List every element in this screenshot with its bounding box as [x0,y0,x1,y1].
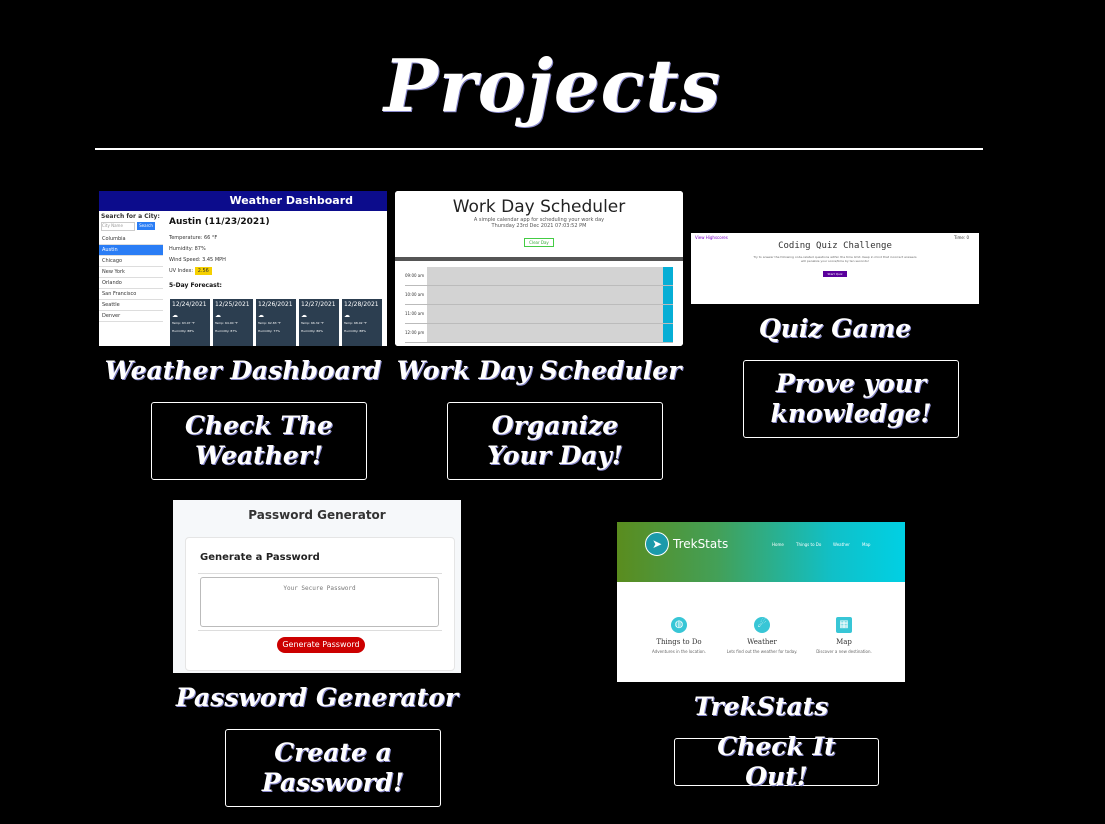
weather-header: Weather Dashboard [99,191,387,211]
city-item: Seattle [99,300,163,311]
title-divider [95,148,983,150]
globe-icon: ◍ [671,617,687,633]
password-textarea: Your Secure Password [200,577,439,627]
city-item-selected: Austin [99,245,163,256]
uv-label: UV Index: [169,268,194,274]
quiz-instructions: Try to answer the following code-related… [753,255,917,263]
trekstats-screenshot[interactable]: ➤ TrekStats Home Things to Do Weather Ma… [617,522,905,682]
map-icon: ▦ [836,617,852,633]
hour-row: 10:00 am [405,286,673,305]
feature-things-to-do: ◍ Things to Do Adventures in the locatio… [652,617,706,654]
trekstats-title: TrekStats [693,692,829,721]
nav-item: Weather [833,542,850,547]
forecast-card: 12/24/2021 ☁ Temp: 63.07 °F Humidity: 88% [170,299,210,346]
quiz-title: Coding Quiz Challenge [778,241,892,251]
trekstats-hero: ➤ TrekStats Home Things to Do Weather Ma… [617,522,905,582]
save-icon [663,267,673,285]
save-icon [663,305,673,323]
password-generator-screenshot[interactable]: Password Generator Generate a Password Y… [173,500,461,673]
weather-dashboard-screenshot[interactable]: Weather Dashboard Search for a City: Cit… [99,191,387,346]
nav-item: Things to Do [796,542,822,547]
hour-row: 11:00 am [405,305,673,324]
paper-plane-icon: ➤ [645,532,669,556]
organize-day-button[interactable]: Organize Your Day! [447,402,663,480]
password-generator-title: Password Generator [175,683,459,712]
city-input: City Name [101,222,135,231]
work-day-scheduler-screenshot[interactable]: Work Day Scheduler A simple calendar app… [395,191,683,346]
save-icon [663,286,673,304]
check-it-out-button[interactable]: Check It Out! [674,732,879,791]
city-item: Denver [99,311,163,322]
forecast-card: 12/25/2021 ☁ Temp: 64.00 °F Humidity: 87% [213,299,253,346]
current-wind: Wind Speed: 3.45 MPH [169,257,226,263]
trekstats-brand: TrekStats [673,537,729,551]
search-button: Search [137,222,155,230]
weather-sidebar: Search for a City: City Name Search Colu… [99,211,163,346]
forecast-card: 12/26/2021 ☁ Temp: 62.83 °F Humidity: 77% [256,299,296,346]
city-item: Columbia [99,234,163,245]
work-day-scheduler-title: Work Day Scheduler [396,356,682,385]
forecast-card: 12/27/2021 ☁ Temp: 66.32 °F Humidity: 86% [299,299,339,346]
check-weather-button[interactable]: Check The Weather! [151,402,367,480]
city-item: New York [99,267,163,278]
password-card-label: Generate a Password [200,552,320,563]
scheduler-title: Work Day Scheduler [452,197,626,217]
feature-weather: ☄ Weather Lets find out the weather for … [726,617,798,654]
nav-item: Map [862,542,871,547]
nav-item: Home [772,542,784,547]
password-header: Password Generator [248,508,386,522]
view-highscores-link: View Highscores [695,235,728,240]
create-password-button[interactable]: Create a Password! [225,729,441,807]
forecast-title: 5-Day Forecast: [169,282,222,289]
weather-dashboard-title: Weather Dashboard [104,356,382,385]
forecast-card: 12/28/2021 ☁ Temp: 68.02 °F Humidity: 88% [342,299,382,346]
city-item: Chicago [99,256,163,267]
current-temp: Temperature: 66 °F [169,235,218,241]
save-icon [663,324,673,342]
city-item: Orlando [99,278,163,289]
current-humidity: Humidity: 87% [169,246,206,252]
quiz-game-title: Quiz Game [758,314,912,343]
hour-row: 09:00 am [405,267,673,286]
prove-knowledge-button[interactable]: Prove your knowledge! [743,360,959,438]
city-item: San Francisco [99,289,163,300]
scheduler-jumbotron: Work Day Scheduler A simple calendar app… [395,191,683,257]
hour-row: 12:00 pm [405,324,673,343]
quiz-timer: Time: 0 [954,235,969,240]
search-label: Search for a City: [101,213,160,220]
generate-password-button: Generate Password [277,637,365,653]
page-title: Projects [383,43,722,128]
current-city: Austin (11/23/2021) [169,217,270,227]
start-quiz-button: Start Quiz [823,271,847,277]
feature-map: ▦ Map Discover a new destination. [816,617,872,654]
scheduler-date: Thursday 23rd Dec 2021 07:03:52 PM [491,223,587,229]
meteor-icon: ☄ [754,617,770,633]
weather-current: Austin (11/23/2021) Temperature: 66 °F H… [169,217,270,289]
clear-day-button: Clear Day [524,238,554,247]
uv-badge: 2.56 [194,267,212,275]
password-card: Generate a Password Your Secure Password… [185,537,455,671]
quiz-game-screenshot[interactable]: View Highscores Time: 0 Coding Quiz Chal… [691,233,979,304]
